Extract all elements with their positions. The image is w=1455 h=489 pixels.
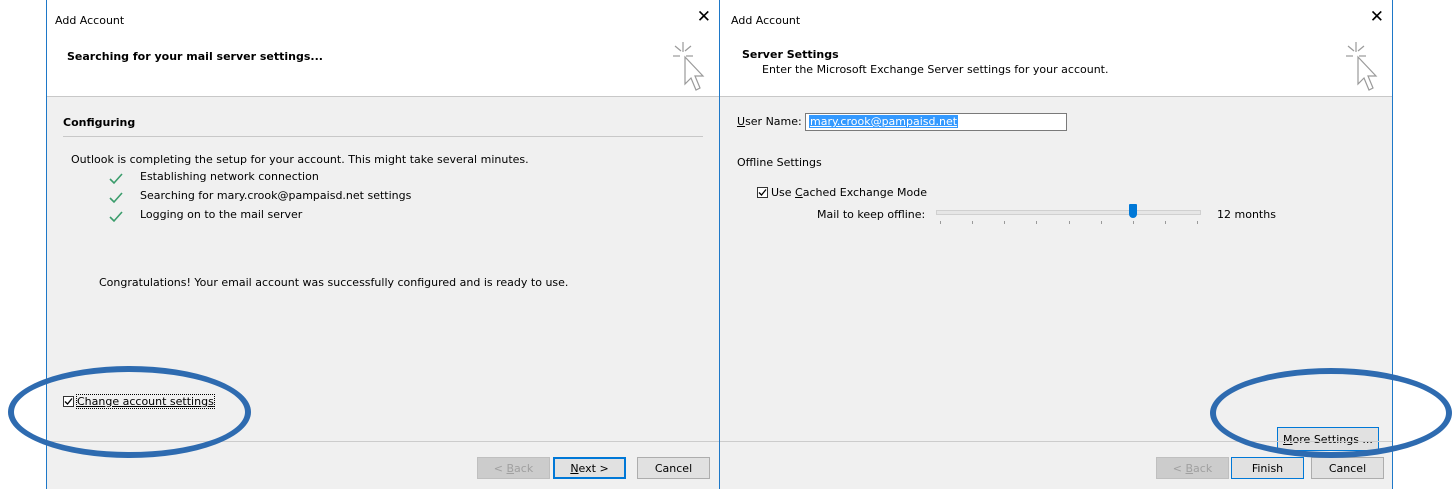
slider-tick bbox=[1101, 221, 1102, 224]
slider-tick bbox=[972, 221, 973, 224]
next-accelerator: N bbox=[570, 461, 579, 475]
slider-tick bbox=[940, 221, 941, 224]
mail-offline-value: 12 months bbox=[1217, 208, 1276, 221]
dialog-header: Add Account ✕ Searching for your mail se… bbox=[47, 0, 719, 97]
back-button[interactable]: < Back bbox=[477, 457, 550, 479]
header-title: Server Settings bbox=[742, 48, 839, 61]
slider-thumb[interactable] bbox=[1129, 204, 1137, 218]
footer-divider bbox=[47, 441, 719, 442]
checkmark-icon bbox=[109, 173, 123, 185]
back-rest: ack bbox=[514, 461, 534, 475]
next-rest: ext > bbox=[578, 461, 609, 475]
step-label: Searching for mary.crook@pampaisd.net se… bbox=[140, 189, 412, 202]
back-prefix: < bbox=[1172, 461, 1182, 475]
cancel-button[interactable]: Cancel bbox=[1311, 457, 1384, 479]
congratulations-text: Congratulations! Your email account was … bbox=[99, 276, 569, 289]
user-name-accelerator: U bbox=[737, 115, 746, 128]
section-divider bbox=[63, 136, 703, 137]
more-settings-button[interactable]: More Settings ... bbox=[1277, 427, 1379, 451]
cached-mode-option[interactable]: Use Cached Exchange Mode bbox=[757, 186, 927, 199]
back-prefix: < bbox=[493, 461, 503, 475]
slider-tick bbox=[1165, 221, 1166, 224]
cached-mode-checkbox[interactable] bbox=[757, 187, 768, 198]
slider-tick bbox=[1133, 221, 1134, 224]
header-title: Searching for your mail server settings.… bbox=[67, 50, 323, 63]
finish-button[interactable]: Finish bbox=[1231, 457, 1304, 479]
checkmark-icon bbox=[109, 211, 123, 223]
more-settings-accelerator: M bbox=[1283, 432, 1293, 446]
cached-rest: ached Exchange Mode bbox=[802, 186, 927, 199]
section-heading: Configuring bbox=[63, 116, 136, 129]
user-name-input[interactable]: mary.crook@pampaisd.net bbox=[805, 113, 1067, 131]
add-account-dialog-right: Add Account ✕ Server Settings Enter the … bbox=[720, 0, 1393, 489]
cached-mode-label: Use Cached Exchange Mode bbox=[771, 186, 927, 199]
change-settings-label: Change account settings bbox=[76, 394, 215, 409]
cached-prefix: Use bbox=[771, 186, 796, 199]
mail-offline-label: Mail to keep offline: bbox=[817, 208, 926, 221]
dialog-header: Add Account ✕ Server Settings Enter the … bbox=[720, 0, 1392, 97]
slider-tick bbox=[1197, 221, 1198, 224]
offline-settings-heading: Offline Settings bbox=[737, 156, 822, 169]
slider-track bbox=[936, 210, 1201, 215]
step-label: Logging on to the mail server bbox=[140, 208, 303, 221]
next-button[interactable]: Next > bbox=[553, 457, 626, 479]
close-icon[interactable]: ✕ bbox=[1370, 9, 1384, 26]
footer-divider bbox=[720, 441, 1392, 442]
window-title: Add Account bbox=[731, 14, 801, 27]
back-rest: ack bbox=[1193, 461, 1213, 475]
wizard-cursor-icon bbox=[673, 42, 705, 91]
add-account-dialog-left: Add Account ✕ Searching for your mail se… bbox=[46, 0, 720, 489]
wizard-cursor-icon bbox=[1346, 42, 1378, 91]
back-button[interactable]: < Back bbox=[1156, 457, 1229, 479]
user-name-value: mary.crook@pampaisd.net bbox=[809, 115, 959, 128]
user-name-label-rest: ser Name: bbox=[745, 115, 802, 128]
change-settings-checkbox[interactable] bbox=[63, 396, 74, 407]
change-account-settings-option[interactable]: Change account settings bbox=[63, 394, 215, 409]
back-accelerator: B bbox=[506, 461, 515, 475]
more-settings-rest: ore Settings ... bbox=[1292, 432, 1373, 446]
slider-tick bbox=[1004, 221, 1005, 224]
mail-offline-slider[interactable] bbox=[936, 203, 1201, 227]
intro-text: Outlook is completing the setup for your… bbox=[71, 153, 529, 166]
header-subtitle: Enter the Microsoft Exchange Server sett… bbox=[762, 63, 1109, 76]
cached-accelerator: C bbox=[795, 186, 803, 199]
back-accelerator: B bbox=[1185, 461, 1194, 475]
user-name-label: User Name: bbox=[737, 115, 802, 128]
window-title: Add Account bbox=[55, 14, 125, 27]
cancel-button[interactable]: Cancel bbox=[637, 457, 710, 479]
slider-tick bbox=[1069, 221, 1070, 224]
step-label: Establishing network connection bbox=[140, 170, 319, 183]
close-icon[interactable]: ✕ bbox=[697, 9, 711, 26]
checkmark-icon bbox=[109, 192, 123, 204]
slider-tick bbox=[1036, 221, 1037, 224]
